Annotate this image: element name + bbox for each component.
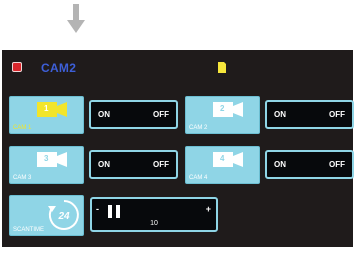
- page-title: CAM2: [41, 61, 77, 75]
- cam-tile-2[interactable]: 2 CAM 2: [185, 96, 260, 134]
- cam-label: CAM 4: [189, 175, 208, 181]
- screen: CAM2 1 CAM 1 ON OFF 2 CAM 2 ON OFF 3 CAM…: [0, 0, 356, 253]
- increase-button[interactable]: +: [206, 204, 211, 214]
- cam-tile-4[interactable]: 4 CAM 4: [185, 146, 260, 184]
- off-label[interactable]: OFF: [153, 160, 169, 169]
- cam-3-toggle[interactable]: ON OFF: [89, 150, 178, 179]
- cam-label: CAM 1: [13, 125, 32, 131]
- sd-card-icon: [218, 62, 226, 73]
- camera-icon: [37, 102, 67, 117]
- camera-icon: [37, 152, 67, 167]
- off-label[interactable]: OFF: [153, 110, 169, 119]
- cam-1-toggle[interactable]: ON OFF: [89, 100, 178, 129]
- on-label[interactable]: ON: [274, 110, 286, 119]
- cam-tile-1[interactable]: 1 CAM 1: [9, 96, 84, 134]
- cam-2-toggle[interactable]: ON OFF: [265, 100, 354, 129]
- cam-4-toggle[interactable]: ON OFF: [265, 150, 354, 179]
- scantime-value: 10: [150, 220, 158, 227]
- decrease-button[interactable]: -: [96, 204, 99, 214]
- cam-number: 1: [44, 104, 49, 113]
- scan-icon-number: 24: [57, 211, 70, 222]
- on-label[interactable]: ON: [98, 110, 110, 119]
- scantime-tile[interactable]: 24 SCANTIME: [9, 195, 84, 236]
- scantime-slider[interactable]: - + 10: [90, 197, 218, 232]
- on-label[interactable]: ON: [274, 160, 286, 169]
- clock-refresh-icon: 24: [48, 200, 79, 230]
- cam-label: CAM 2: [189, 125, 208, 131]
- camera-icon: [213, 102, 243, 117]
- cam-label: CAM 3: [13, 175, 32, 181]
- cam-tile-3[interactable]: 3 CAM 3: [9, 146, 84, 184]
- level-bar: [108, 205, 112, 218]
- on-label[interactable]: ON: [98, 160, 110, 169]
- down-arrow-icon: [67, 4, 85, 33]
- camera-mode-icon[interactable]: [12, 62, 22, 72]
- cam-number: 4: [220, 154, 225, 163]
- scantime-label: SCANTIME: [13, 227, 45, 233]
- cam-number: 3: [44, 154, 49, 163]
- level-bar: [116, 205, 120, 218]
- camera-icon: [213, 152, 243, 167]
- off-label[interactable]: OFF: [329, 160, 345, 169]
- off-label[interactable]: OFF: [329, 110, 345, 119]
- cam-number: 2: [220, 104, 225, 113]
